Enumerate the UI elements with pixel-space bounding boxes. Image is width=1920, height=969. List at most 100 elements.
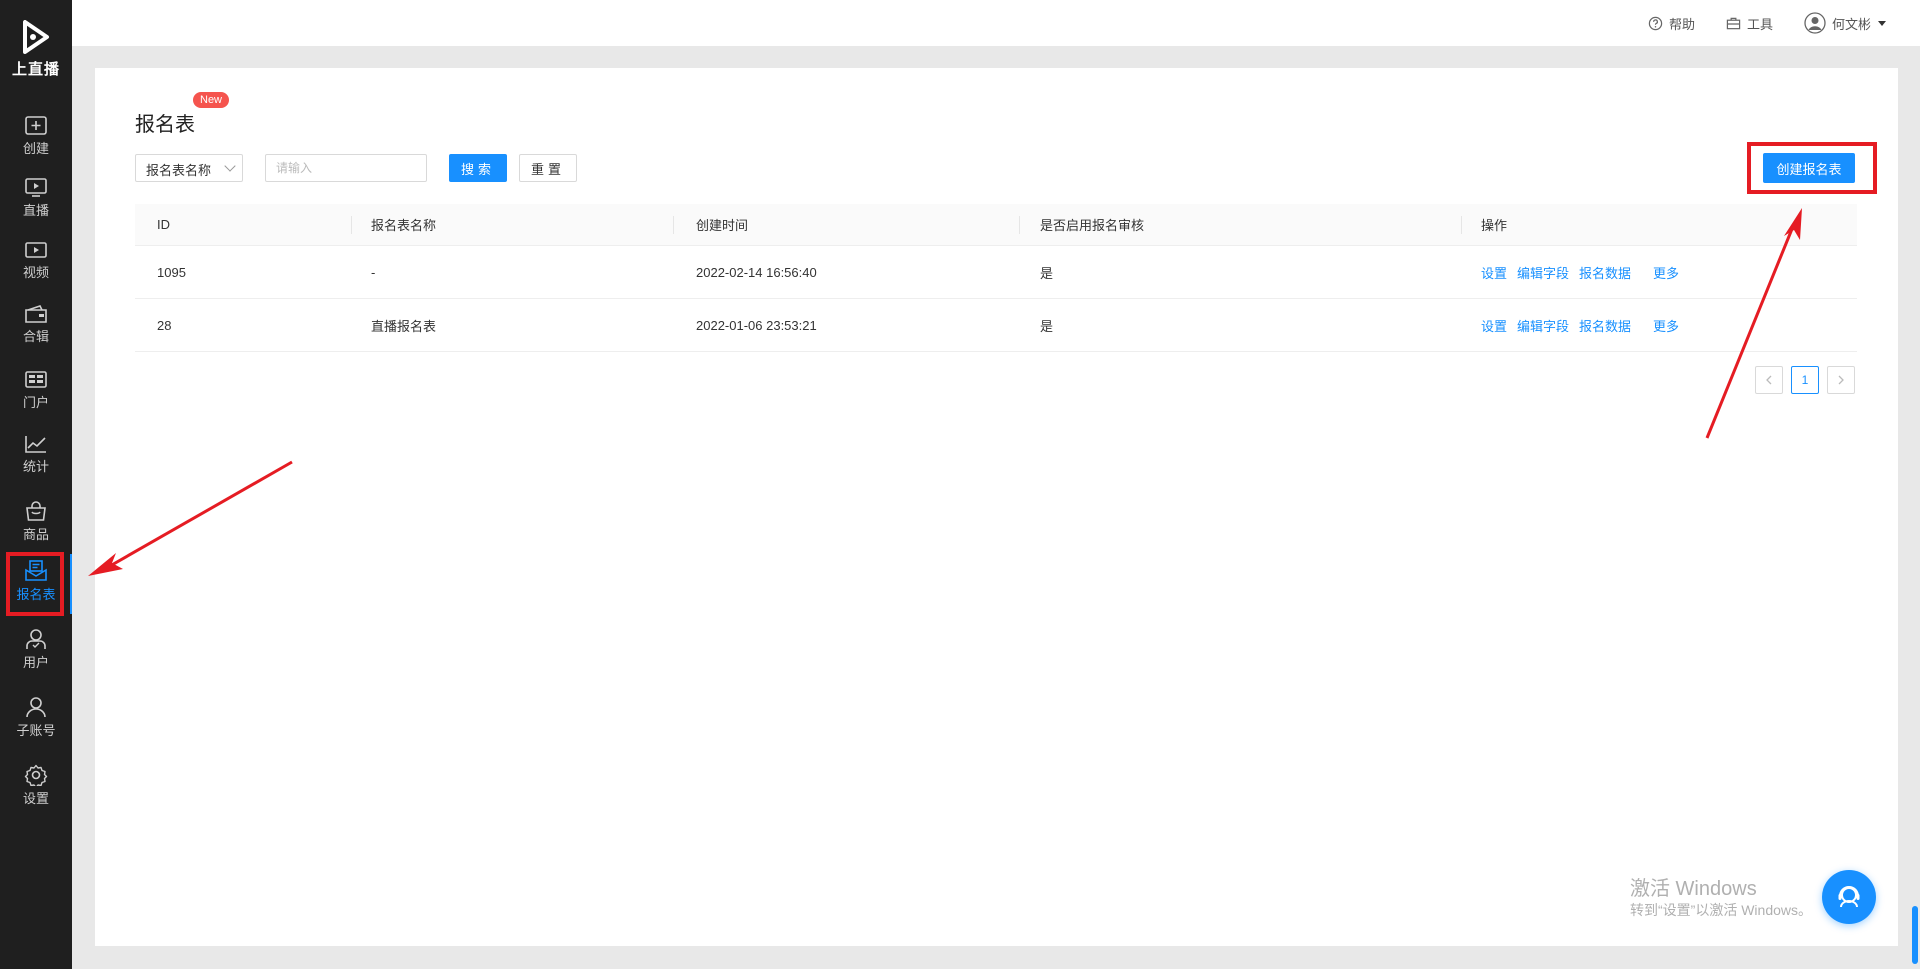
sub-account-icon [26,697,46,718]
cell-name: 直播报名表 [371,318,437,334]
cell-name: - [371,264,376,280]
prev-page-button[interactable] [1755,366,1783,394]
sidebar-item-sub-account[interactable]: 子账号 [0,688,72,748]
logo-text: 上直播 [11,61,60,78]
cell-id: 28 [157,317,172,333]
active-indicator [70,554,72,614]
sidebar-item-users[interactable]: 用户 [0,620,72,680]
top-header: 帮助 工具 何文彬 [72,0,1920,46]
tools-label: 工具 [1747,17,1774,32]
chevron-left-icon [1766,375,1772,385]
chart-icon [25,436,46,453]
help-label: 帮助 [1669,17,1696,32]
sidebar-item-settings[interactable]: 设置 [0,756,72,816]
gear-icon [24,764,48,786]
sidebar-item-stats[interactable]: 统计 [0,426,72,486]
headset-icon [1838,886,1860,908]
sidebar-item-signup-form[interactable]: 报名表 [0,552,72,616]
cell-actions: 设置 编辑字段 报名数据 更多 [1481,246,1689,298]
col-header-name: 报名表名称 [371,218,437,233]
sidebar-item-label: 用户 [22,655,49,670]
sidebar-item-label: 门户 [22,395,49,410]
app-logo[interactable]: 上直播 [0,20,72,79]
sidebar-item-label: 合辑 [22,329,49,344]
table-header: ID 报名表名称 创建时间 是否启用报名审核 操作 [135,204,1857,246]
cell-id: 1095 [157,264,186,280]
plus-square-icon [25,116,47,135]
column-divider [1019,216,1020,234]
sidebar-item-label: 设置 [22,791,49,806]
windows-watermark-subtitle: 转到“设置”以激活 Windows。 [1630,902,1813,918]
sidebar-item-live[interactable]: 直播 [0,170,72,230]
sidebar-item-label: 子账号 [16,723,56,738]
pagination: 1 [1755,366,1855,394]
help-circle-icon [1648,16,1663,31]
edit-fields-link[interactable]: 编辑字段 [1517,263,1569,282]
toolbox-icon [1726,17,1741,30]
cell-review: 是 [1040,318,1054,334]
scrollbar-thumb[interactable] [1912,906,1918,964]
next-page-button[interactable] [1827,366,1855,394]
more-link[interactable]: 更多 [1653,263,1679,282]
forms-table: ID 报名表名称 创建时间 是否启用报名审核 操作 1095 - 2022-02… [135,204,1857,352]
signup-data-link[interactable]: 报名数据 [1579,316,1631,335]
column-divider [1461,216,1462,234]
edit-fields-link[interactable]: 编辑字段 [1517,316,1569,335]
sidebar-item-goods[interactable]: 商品 [0,492,72,552]
logo-icon [21,20,51,54]
user-menu[interactable]: 何文彬 [1804,12,1887,34]
sidebar-item-create[interactable]: 创建 [0,108,72,168]
page-title: 报名表 [135,114,195,136]
video-icon [25,242,47,258]
sidebar-item-label: 直播 [22,203,49,218]
cell-created: 2022-01-06 23:53:21 [696,317,817,333]
cell-review: 是 [1040,265,1054,281]
search-input[interactable] [265,154,427,182]
new-badge: New [193,92,230,108]
table-row: 28 直播报名表 2022-01-06 23:53:21 是 设置 编辑字段 报… [135,299,1857,352]
col-header-created: 创建时间 [696,218,749,233]
folder-icon [25,305,47,323]
settings-link[interactable]: 设置 [1481,263,1507,282]
caret-down-icon [1878,21,1887,26]
create-highlight-box: 创建报名表 [1747,142,1877,194]
customer-service-button[interactable] [1822,870,1876,924]
sidebar-item-portal[interactable]: 门户 [0,362,72,422]
play-screen-icon [25,178,47,197]
user-check-icon [26,629,46,649]
column-divider [351,216,352,234]
tools-link[interactable]: 工具 [1726,14,1773,33]
sidebar-item-label: 统计 [22,459,49,474]
col-header-id: ID [157,217,170,232]
highlight-box [6,552,64,616]
chevron-right-icon [1838,375,1844,385]
sidebar-item-video[interactable]: 视频 [0,232,72,292]
cell-actions: 设置 编辑字段 报名数据 更多 [1481,299,1689,351]
search-button[interactable]: 搜索 [449,154,507,182]
avatar [1804,12,1826,34]
windows-watermark-title: 激活 Windows [1630,878,1757,900]
sidebar-item-label: 商品 [22,527,49,542]
filter-field-select[interactable]: 报名表名称 [135,154,243,182]
chevron-down-icon [224,160,236,172]
main-card: 报名表 New 报名表名称 搜索 重置 创建报名表 ID 报名表名称 创建时间 … [95,68,1898,946]
settings-link[interactable]: 设置 [1481,316,1507,335]
help-link[interactable]: 帮助 [1648,14,1695,33]
bag-icon [26,501,46,521]
col-header-review: 是否启用报名审核 [1040,218,1145,233]
page-number[interactable]: 1 [1791,366,1819,394]
filter-select-value: 报名表名称 [146,163,212,178]
more-link[interactable]: 更多 [1653,316,1679,335]
sidebar-item-label: 创建 [22,141,49,156]
cell-created: 2022-02-14 16:56:40 [696,264,817,280]
signup-data-link[interactable]: 报名数据 [1579,263,1631,282]
portal-icon [25,371,47,388]
reset-button[interactable]: 重置 [519,154,577,182]
sidebar-item-label: 视频 [22,265,49,280]
sidebar-item-collection[interactable]: 合辑 [0,296,72,356]
user-name: 何文彬 [1832,16,1872,32]
sidebar: 上直播 创建 直播 视频 合辑 门户 统计 商品 报名表 用户 子账号 设置 [0,0,72,969]
create-form-button[interactable]: 创建报名表 [1763,153,1855,183]
column-divider [673,216,674,234]
col-header-actions: 操作 [1481,218,1508,233]
